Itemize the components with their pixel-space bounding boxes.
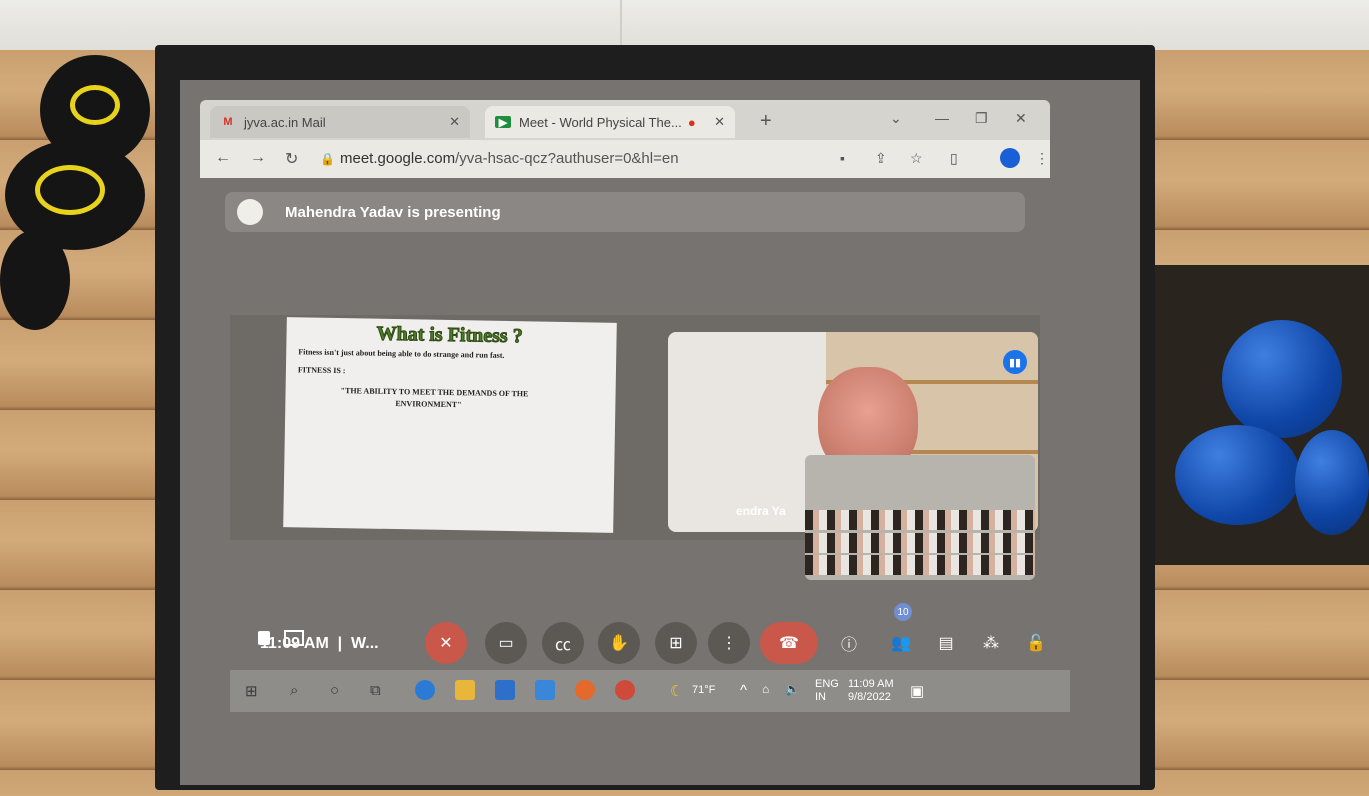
- slide-text: ENVIRONMENT": [395, 399, 462, 410]
- reload-icon[interactable]: ↻: [285, 149, 298, 169]
- slide-title: What is Fitness ?: [376, 322, 523, 348]
- slide-text: "THE ABILITY TO MEET THE DEMANDS OF THE: [340, 386, 529, 399]
- firefox-icon[interactable]: [575, 680, 595, 700]
- meet-icon: ▶: [495, 116, 511, 129]
- close-icon[interactable]: ✕: [714, 114, 725, 130]
- chevron-down-icon[interactable]: ⌄: [890, 110, 902, 127]
- restore-button[interactable]: ❐: [975, 110, 988, 127]
- info-icon[interactable]: ⓘ: [828, 622, 870, 664]
- windows-taskbar: ⊞ ⌕ ○ ⧉ ☾ 71°F ^ ⌂ 🔈 ENG IN 11:09 AM 9/8/2…: [230, 670, 1070, 712]
- lock-icon: 🔒: [320, 152, 335, 166]
- host-controls-icon[interactable]: 🔓: [1015, 622, 1057, 664]
- search-icon[interactable]: ⌕: [290, 682, 298, 699]
- menu-icon[interactable]: ⋮: [1035, 150, 1049, 167]
- participant-name: endra Ya: [736, 504, 786, 518]
- slide-text: Fitness isn't just about being able to d…: [298, 347, 505, 360]
- speaking-icon: ▮▮: [1003, 350, 1027, 374]
- chrome-icon[interactable]: [615, 680, 635, 700]
- audience-row: [805, 533, 1035, 553]
- projection-screen: M jyva.ac.in Mail ✕ ▶ Meet - World Physi…: [180, 80, 1140, 785]
- mic-off-button[interactable]: ✕: [425, 622, 467, 664]
- windows-start-icon[interactable]: ⊞: [245, 682, 258, 700]
- presenting-text: Mahendra Yadav is presenting: [285, 203, 501, 221]
- weather-temp: 71°F: [692, 684, 716, 696]
- meeting-clock: 11:09 AM | W...: [260, 635, 379, 652]
- camera-button[interactable]: ▭: [485, 622, 527, 664]
- network-icon[interactable]: ⌂: [762, 682, 769, 696]
- new-tab-button[interactable]: +: [760, 110, 772, 133]
- audience-row: [805, 555, 1035, 575]
- browser-tab-bar: M jyva.ac.in Mail ✕ ▶ Meet - World Physi…: [200, 100, 1050, 140]
- moon-weather-icon: ☾: [670, 683, 684, 700]
- region-code: IN: [815, 691, 826, 703]
- participant-count-badge: 10: [894, 603, 912, 621]
- chevron-up-icon[interactable]: ^: [740, 682, 747, 699]
- back-icon[interactable]: ←: [215, 149, 231, 167]
- slide-text: FITNESS IS :: [297, 365, 346, 376]
- edge-icon[interactable]: [415, 680, 435, 700]
- speaker-icon[interactable]: 🔈: [785, 682, 800, 696]
- more-options-button[interactable]: ⋮: [708, 622, 750, 664]
- tab-meet[interactable]: ▶ Meet - World Physical The... ● ✕: [485, 106, 735, 138]
- tab-label: Meet - World Physical The...: [519, 114, 682, 130]
- people-icon[interactable]: 👥: [880, 622, 922, 664]
- lang-code: ENG: [815, 678, 839, 690]
- activities-icon[interactable]: ⁂: [970, 622, 1012, 664]
- notifications-icon[interactable]: ▣: [910, 682, 924, 700]
- chat-icon[interactable]: ▤: [925, 622, 967, 664]
- tray-date: 9/8/2022: [848, 691, 891, 703]
- tab-gmail[interactable]: M jyva.ac.in Mail ✕: [210, 106, 470, 138]
- present-button[interactable]: ⊞: [655, 622, 697, 664]
- audience-row: [805, 510, 1035, 530]
- close-icon[interactable]: ✕: [449, 114, 460, 130]
- raise-hand-button[interactable]: ✋: [598, 622, 640, 664]
- share-icon[interactable]: ⇪: [875, 150, 887, 167]
- blue-balloon: [1222, 320, 1342, 438]
- avatar: [237, 199, 263, 225]
- language-indicator[interactable]: ENG IN: [815, 678, 839, 704]
- clock-time: 11:09 AM: [260, 635, 329, 652]
- store-icon[interactable]: [495, 680, 515, 700]
- tab-label: jyva.ac.in Mail: [244, 114, 326, 130]
- leave-call-button[interactable]: ☎: [760, 622, 818, 664]
- url-field[interactable]: meet.google.com/yva-hsac-qcz?authuser=0&…: [340, 150, 679, 167]
- blue-balloon: [1295, 430, 1369, 535]
- file-explorer-icon[interactable]: [455, 680, 475, 700]
- task-view-icon[interactable]: ⧉: [370, 682, 381, 699]
- recording-dot-icon: ●: [687, 114, 696, 130]
- cortana-icon[interactable]: ○: [330, 682, 339, 699]
- tray-time: 11:09 AM: [848, 678, 894, 690]
- decor-hat: [0, 230, 70, 330]
- star-icon[interactable]: ☆: [910, 150, 923, 167]
- camera-icon[interactable]: ▪: [840, 150, 845, 166]
- meeting-name: W...: [351, 635, 379, 652]
- presentation-slide: What is Fitness ? Fitness isn't just abo…: [283, 317, 617, 533]
- gmail-icon: M: [223, 116, 233, 128]
- tray-clock[interactable]: 11:09 AM 9/8/2022: [848, 678, 894, 704]
- minimize-button[interactable]: —: [935, 110, 949, 126]
- self-view-tile[interactable]: [805, 455, 1035, 580]
- blue-balloon: [1175, 425, 1300, 525]
- forward-icon[interactable]: →: [250, 149, 266, 167]
- mail-icon[interactable]: [535, 680, 555, 700]
- address-bar: ← → ↻ 🔒 meet.google.com/yva-hsac-qcz?aut…: [200, 140, 1050, 178]
- presenting-banner: Mahendra Yadav is presenting: [225, 192, 1025, 232]
- close-window-button[interactable]: ✕: [1015, 110, 1027, 127]
- profile-avatar[interactable]: [1000, 148, 1020, 168]
- sidepanel-icon[interactable]: ▯: [950, 150, 958, 167]
- captions-button[interactable]: ㏄: [542, 622, 584, 664]
